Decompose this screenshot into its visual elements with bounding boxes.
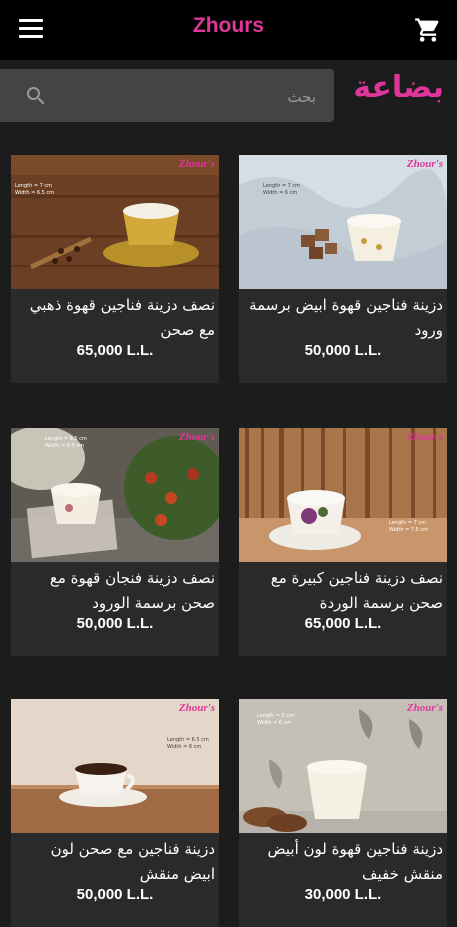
- product-name: نصف دزينة فنجان قهوة مع صحن برسمة الورود: [49, 569, 215, 612]
- brand-logo: Zhour's: [406, 158, 443, 170]
- brand-logo: Zhour's: [178, 158, 215, 170]
- product-image: Zhour's Length = 7 cm Width = 6 cm: [239, 155, 447, 289]
- product-card[interactable]: Zhour's Length = 6.5 cm Width = 6 cm دزي…: [11, 699, 219, 927]
- cart-icon[interactable]: [413, 16, 443, 44]
- product-image: Zhour's Length = 6.5 cm Width = 6 cm: [11, 699, 219, 833]
- product-name: نصف دزينة فناجين كبيرة مع صحن برسمة الور…: [270, 569, 443, 612]
- brand-logo: Zhour's: [406, 702, 443, 714]
- product-image: Zhour's Length = 7 cm Width = 6.5 cm: [11, 155, 219, 289]
- search-input[interactable]: [64, 83, 318, 111]
- brand-logo: Zhour's: [178, 702, 215, 714]
- product-image: Zhour's Length = 7 cm Width = 7.5 cm: [239, 428, 447, 562]
- search-icon[interactable]: [24, 84, 48, 108]
- dimensions-label: Length = 5 cm Width = 6 cm: [257, 713, 295, 726]
- dimensions-label: Length = 7 cm Width = 6.5 cm: [15, 183, 55, 196]
- product-image: Zhour's Length = 6.5 cm Width = 6.5 cm: [11, 428, 219, 562]
- product-image: Zhour's Length = 5 cm Width = 6 cm: [239, 699, 447, 833]
- product-price: 50,000 L.L.: [304, 342, 382, 359]
- dimensions-label: Length = 6.5 cm Width = 6.5 cm: [45, 436, 87, 449]
- dimensions-label: Length = 6.5 cm Width = 6 cm: [167, 737, 209, 750]
- product-name: دزينة فناجين قهوة ابيض برسمة ورود: [249, 296, 443, 339]
- dimensions-label: Length = 7 cm Width = 6 cm: [263, 183, 301, 196]
- product-name: دزينة فناجين مع صحن لون ابيض منقش: [50, 840, 215, 883]
- dimensions-label: Length = 7 cm Width = 7.5 cm: [389, 520, 429, 533]
- product-price: 50,000 L.L.: [76, 615, 154, 632]
- product-price: 65,000 L.L.: [304, 615, 382, 632]
- product-name: دزينة فناجين قهوة لون أبيض منقش خفيف: [267, 840, 444, 883]
- product-card[interactable]: Zhour's Length = 6.5 cm Width = 6.5 cm ن…: [11, 428, 219, 656]
- product-card[interactable]: Zhour's Length = 7 cm Width = 6 cm دزينة…: [239, 155, 447, 383]
- product-name: نصف دزينة فناجين قهوة ذهبي مع صحن: [29, 296, 215, 339]
- product-price: 50,000 L.L.: [76, 886, 154, 903]
- brand-logo: Zhour's: [178, 431, 215, 443]
- product-price: 30,000 L.L.: [304, 886, 382, 903]
- search-bar: [0, 69, 334, 122]
- app-bar: Zhours: [0, 0, 457, 60]
- product-card[interactable]: Zhour's Length = 7 cm Width = 7.5 cm نصف…: [239, 428, 447, 656]
- section-title: بضاعة: [353, 70, 444, 105]
- product-card[interactable]: Zhour's Length = 5 cm Width = 6 cm دزينة…: [239, 699, 447, 927]
- brand-logo: Zhour's: [406, 431, 443, 443]
- product-price: 65,000 L.L.: [76, 342, 154, 359]
- product-card[interactable]: Zhour's Length = 7 cm Width = 6.5 cm نصف…: [11, 155, 219, 383]
- app-title: Zhours: [192, 14, 265, 37]
